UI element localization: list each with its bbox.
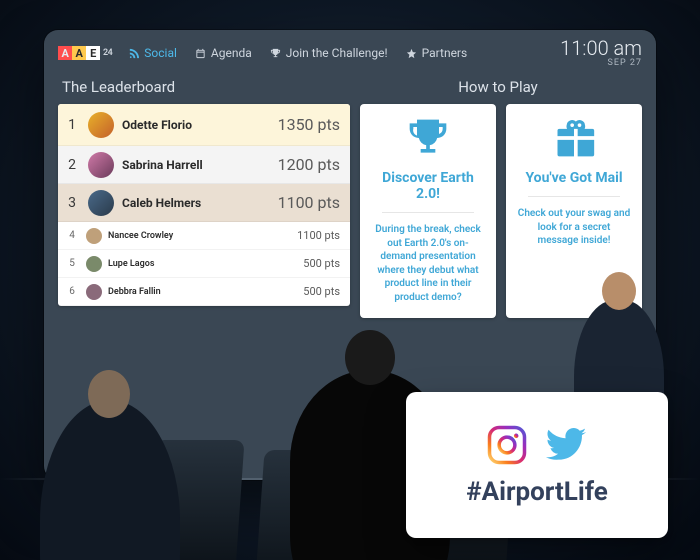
avatar xyxy=(88,112,114,138)
leaderboard-row: 3 Caleb Helmers 1100 pts xyxy=(58,184,350,222)
nav-challenge-label: Join the Challenge! xyxy=(286,46,388,60)
leaderboard: 1 Odette Florio 1350 pts 2 Sabrina Harre… xyxy=(58,104,350,306)
leaderboard-points: 1200 pts xyxy=(278,155,340,174)
avatar xyxy=(86,284,102,300)
howto-card: You've Got Mail Check out your swag and … xyxy=(506,104,642,318)
nav-partners[interactable]: Partners xyxy=(406,46,468,60)
calendar-icon xyxy=(195,48,206,59)
divider xyxy=(528,196,621,197)
leaderboard-points: 1350 pts xyxy=(278,115,340,134)
clock-date: SEP 27 xyxy=(560,59,642,68)
leaderboard-row: 6 Debbra Fallin 500 pts xyxy=(58,278,350,306)
leaderboard-points: 1100 pts xyxy=(278,193,340,212)
leaderboard-points: 500 pts xyxy=(303,285,340,298)
instagram-icon xyxy=(486,424,528,466)
trophy-icon xyxy=(270,48,281,59)
avatar xyxy=(86,256,102,272)
nav-social-label: Social xyxy=(144,46,177,60)
trophy-icon xyxy=(406,116,450,164)
leaderboard-row: 5 Lupe Lagos 500 pts xyxy=(58,250,350,278)
top-nav: Social Agenda Join the Challenge! Partne… xyxy=(128,46,467,60)
event-logo: A A E 24 xyxy=(58,46,112,60)
logo-char-3: E xyxy=(86,46,100,60)
leaderboard-row: 4 Nancee Crowley 1100 pts xyxy=(58,222,350,250)
leaderboard-points: 1100 pts xyxy=(297,229,340,242)
nav-agenda-label: Agenda xyxy=(211,46,252,60)
logo-char-1: A xyxy=(58,46,72,60)
leaderboard-title: The Leaderboard xyxy=(58,76,350,104)
howto-card-title: Discover Earth 2.0! xyxy=(370,170,486,202)
leaderboard-points: 500 pts xyxy=(303,257,340,270)
nav-agenda[interactable]: Agenda xyxy=(195,46,252,60)
logo-year: 24 xyxy=(103,48,112,58)
leaderboard-name: Odette Florio xyxy=(122,118,278,132)
howto-title: How to Play xyxy=(350,76,642,104)
twitter-icon xyxy=(544,423,588,467)
nav-challenge[interactable]: Join the Challenge! xyxy=(270,46,388,60)
leaderboard-name: Caleb Helmers xyxy=(122,196,278,210)
clock-time: 11:00 am xyxy=(560,38,642,59)
leaderboard-rank: 6 xyxy=(64,286,80,297)
hashtag-card: #AirportLife xyxy=(406,392,668,538)
howto-card-body: During the break, check out Earth 2.0's … xyxy=(370,223,486,304)
star-icon xyxy=(406,48,417,59)
howto-card-title: You've Got Mail xyxy=(525,170,622,186)
leaderboard-name: Nancee Crowley xyxy=(108,231,297,241)
avatar xyxy=(88,190,114,216)
leaderboard-rank: 5 xyxy=(64,258,80,269)
hashtag-text: #AirportLife xyxy=(466,477,608,507)
divider xyxy=(382,212,475,213)
avatar xyxy=(86,228,102,244)
logo-char-2: A xyxy=(72,46,86,60)
avatar xyxy=(88,152,114,178)
leaderboard-rank: 1 xyxy=(64,117,80,133)
nav-partners-label: Partners xyxy=(422,46,468,60)
leaderboard-rank: 4 xyxy=(64,230,80,241)
leaderboard-rank: 2 xyxy=(64,157,80,173)
nav-social[interactable]: Social xyxy=(128,46,177,60)
gift-icon xyxy=(552,116,596,164)
leaderboard-row: 2 Sabrina Harrell 1200 pts xyxy=(58,146,350,184)
leaderboard-row: 1 Odette Florio 1350 pts xyxy=(58,104,350,146)
leaderboard-name: Sabrina Harrell xyxy=(122,158,278,172)
clock: 11:00 am SEP 27 xyxy=(560,38,642,68)
leaderboard-rank: 3 xyxy=(64,195,80,211)
leaderboard-name: Debbra Fallin xyxy=(108,287,303,297)
rss-icon xyxy=(128,48,139,59)
leaderboard-name: Lupe Lagos xyxy=(108,259,303,269)
howto-card: Discover Earth 2.0! During the break, ch… xyxy=(360,104,496,318)
howto-card-body: Check out your swag and look for a secre… xyxy=(516,207,632,248)
top-bar: A A E 24 Social Agenda Join the Challeng… xyxy=(44,30,656,76)
